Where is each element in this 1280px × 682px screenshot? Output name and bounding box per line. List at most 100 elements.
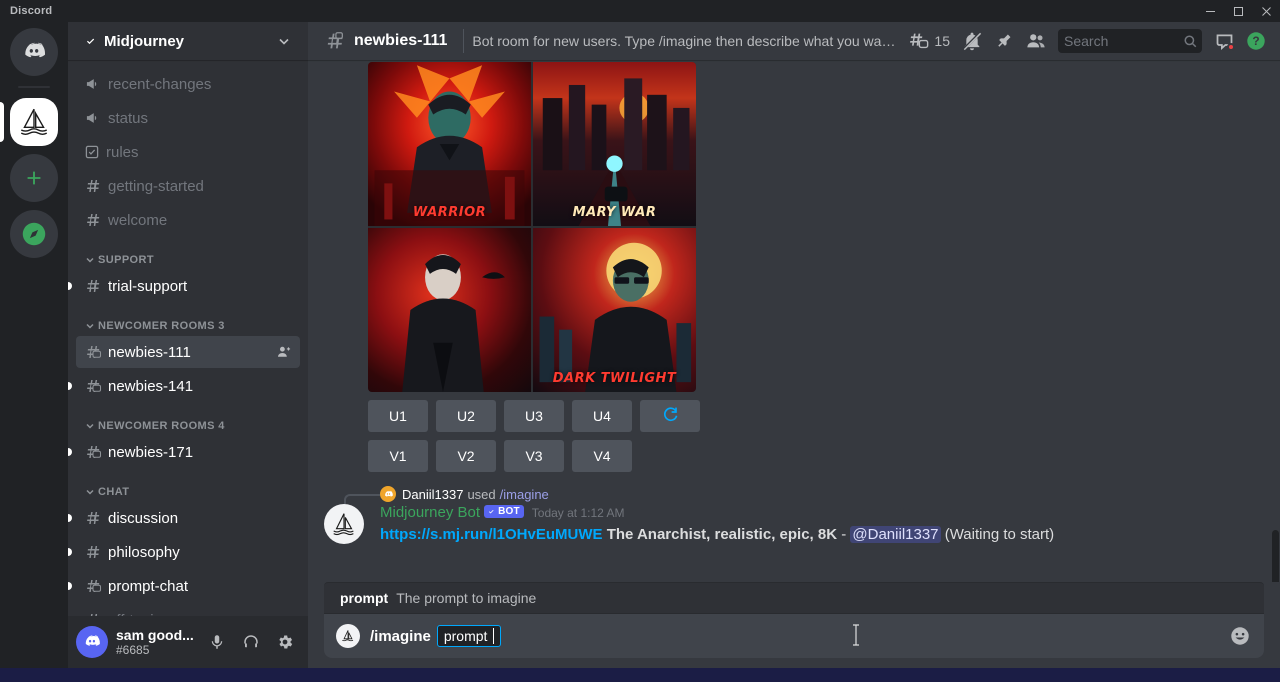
sidebar-item-newbies-111[interactable]: newbies-111 bbox=[76, 336, 300, 368]
sidebar-item-philosophy[interactable]: philosophy bbox=[76, 536, 300, 568]
upscale-button-u1[interactable]: U1 bbox=[368, 400, 428, 432]
threads-icon[interactable] bbox=[902, 25, 934, 57]
gear-icon[interactable] bbox=[270, 627, 300, 657]
category-support[interactable]: SUPPORT bbox=[68, 238, 308, 270]
server-rail-item-add-server[interactable] bbox=[0, 154, 68, 202]
category-label: SUPPORT bbox=[98, 254, 154, 266]
user-info[interactable]: sam good... #6685 bbox=[116, 627, 202, 657]
unread-indicator bbox=[68, 582, 72, 590]
header-divider bbox=[463, 29, 464, 53]
upscale-button-u2[interactable]: U2 bbox=[436, 400, 496, 432]
user-name: sam good... bbox=[116, 627, 200, 643]
server-header[interactable]: Midjourney bbox=[68, 22, 308, 60]
sidebar-item-label: newbies-171 bbox=[108, 444, 193, 461]
reroll-button[interactable] bbox=[640, 400, 700, 432]
command-name[interactable]: /imagine bbox=[500, 487, 549, 502]
sidebar-item-newbies-171[interactable]: newbies-171 bbox=[76, 436, 300, 468]
category-newcomer-rooms-3[interactable]: NEWCOMER ROOMS 3 bbox=[68, 304, 308, 336]
upscale-button-u4[interactable]: U4 bbox=[572, 400, 632, 432]
search-box[interactable] bbox=[1058, 29, 1202, 53]
image-caption: MARY WAR bbox=[533, 205, 696, 220]
close-button[interactable] bbox=[1252, 0, 1280, 22]
sidebar-item-recent-changes[interactable]: recent-changes bbox=[76, 68, 300, 100]
category-newcomer-rooms-4[interactable]: NEWCOMER ROOMS 4 bbox=[68, 404, 308, 436]
message-timestamp: Today at 1:12 AM bbox=[532, 506, 625, 520]
minimize-button[interactable] bbox=[1196, 0, 1224, 22]
command-argument-label: prompt bbox=[444, 628, 488, 644]
help-icon[interactable]: ? bbox=[1240, 25, 1272, 57]
avatar[interactable] bbox=[324, 504, 364, 544]
message-composer[interactable]: /imagine prompt bbox=[324, 614, 1264, 658]
upscale-button-u3[interactable]: U3 bbox=[504, 400, 564, 432]
user-tag: #6685 bbox=[116, 643, 202, 657]
emoji-icon[interactable] bbox=[1226, 622, 1254, 650]
server-name: Midjourney bbox=[104, 33, 276, 50]
server-rail-item-explore[interactable] bbox=[0, 210, 68, 258]
avatar[interactable] bbox=[76, 626, 108, 658]
sidebar-item-getting-started[interactable]: getting-started bbox=[76, 170, 300, 202]
thread-count: 15 bbox=[934, 33, 950, 49]
headphones-icon[interactable] bbox=[236, 627, 266, 657]
sidebar-item-prompt-chat[interactable]: prompt-chat bbox=[76, 570, 300, 602]
microphone-icon[interactable] bbox=[202, 627, 232, 657]
variation-button-v1[interactable]: V1 bbox=[368, 440, 428, 472]
sidebar-item-newbies-141[interactable]: newbies-141 bbox=[76, 370, 300, 402]
category-chat[interactable]: CHAT bbox=[68, 470, 308, 502]
variation-button-v3[interactable]: V3 bbox=[504, 440, 564, 472]
verified-check-icon bbox=[487, 507, 496, 516]
chevron-down-icon bbox=[276, 33, 292, 49]
server-rail-item-midjourney[interactable] bbox=[0, 98, 68, 146]
server-rail-item-home[interactable] bbox=[0, 28, 68, 76]
verified-check-icon bbox=[84, 34, 98, 48]
upscale-button-row: U1 U2 U3 U4 bbox=[368, 400, 1264, 432]
taskbar-strip bbox=[0, 668, 1280, 682]
message-list[interactable]: WARRIOR bbox=[308, 60, 1280, 582]
search-input[interactable] bbox=[1064, 33, 1183, 49]
sidebar-item-trial-support[interactable]: trial-support bbox=[76, 270, 300, 302]
avatar bbox=[380, 486, 396, 502]
pin-icon[interactable] bbox=[988, 25, 1020, 57]
channel-list[interactable]: recent-changes status rules bbox=[68, 60, 308, 616]
image-tile-1[interactable]: WARRIOR bbox=[368, 62, 531, 226]
generated-image-grid[interactable]: WARRIOR bbox=[368, 62, 696, 392]
variation-button-v2[interactable]: V2 bbox=[436, 440, 496, 472]
sidebar-item-discussion[interactable]: discussion bbox=[76, 502, 300, 534]
maximize-button[interactable] bbox=[1224, 0, 1252, 22]
page-title: newbies-111 bbox=[354, 32, 447, 50]
sidebar-item-label: newbies-111 bbox=[108, 344, 191, 361]
hash-thread-icon bbox=[84, 443, 102, 461]
status-badge: BOT bbox=[484, 505, 524, 518]
sidebar-item-label: discussion bbox=[108, 510, 178, 527]
composer-wrapper: /imagine prompt bbox=[308, 614, 1280, 668]
command-argument-input[interactable]: prompt bbox=[437, 625, 502, 647]
image-tile-3[interactable] bbox=[368, 228, 531, 392]
sidebar-item-status[interactable]: status bbox=[76, 102, 300, 134]
members-icon[interactable] bbox=[1020, 25, 1052, 57]
command-option-description: The prompt to imagine bbox=[396, 590, 536, 606]
command-option-hint: prompt The prompt to imagine bbox=[324, 582, 1264, 614]
unread-indicator bbox=[68, 382, 72, 390]
message-prompt-text: The Anarchist, realistic, epic, 8K bbox=[607, 526, 837, 543]
command-used-text: used bbox=[467, 487, 495, 502]
message-link[interactable]: https://s.mj.run/l1OHvEuMUWE bbox=[380, 526, 603, 543]
image-tile-2[interactable]: MARY WAR bbox=[533, 62, 696, 226]
sidebar-item-rules[interactable]: rules bbox=[76, 136, 300, 168]
sidebar-item-welcome[interactable]: welcome bbox=[76, 204, 300, 236]
variation-button-v4[interactable]: V4 bbox=[572, 440, 632, 472]
message-author[interactable]: Midjourney Bot bbox=[380, 504, 480, 521]
message-scrollbar[interactable] bbox=[1272, 530, 1279, 582]
mention[interactable]: @Daniil1337 bbox=[850, 526, 940, 543]
message-status: (Waiting to start) bbox=[945, 526, 1054, 543]
inbox-icon[interactable] bbox=[1208, 25, 1240, 57]
hash-icon bbox=[84, 177, 102, 195]
main-content: newbies-111 Bot room for new users. Type… bbox=[308, 22, 1280, 668]
unread-indicator bbox=[68, 448, 72, 456]
sidebar-item-label: welcome bbox=[108, 212, 167, 229]
bell-muted-icon[interactable] bbox=[956, 25, 988, 57]
sidebar-item-off-topic[interactable]: off-topic bbox=[76, 604, 300, 616]
image-caption: WARRIOR bbox=[368, 205, 531, 220]
add-member-icon[interactable] bbox=[276, 344, 292, 360]
window-body: Midjourney recent-changes sta bbox=[0, 22, 1280, 668]
image-tile-4[interactable]: DARK TWILIGHT bbox=[533, 228, 696, 392]
command-invoker-name[interactable]: Daniil1337 bbox=[402, 487, 463, 502]
